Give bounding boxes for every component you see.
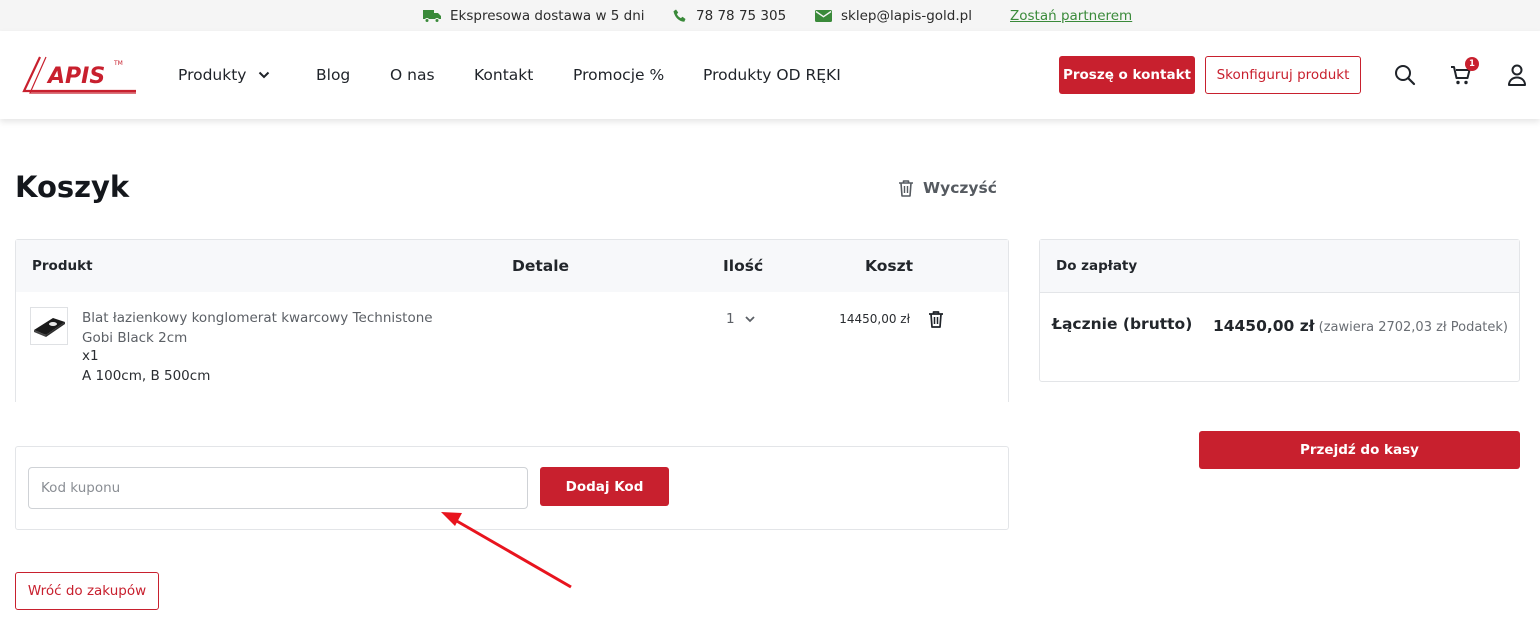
email-info[interactable]: sklep@lapis-gold.pl <box>815 0 972 31</box>
item-price: 14450,00 zł <box>839 312 910 326</box>
phone-info[interactable]: 78 78 75 305 <box>673 0 786 31</box>
nav-promocje[interactable]: Promocje % <box>573 31 664 119</box>
coupon-section: Dodaj Kod <box>15 446 1009 530</box>
mail-icon <box>815 9 832 22</box>
remove-item-button[interactable] <box>926 308 946 330</box>
phone-text[interactable]: 78 78 75 305 <box>696 8 786 24</box>
cart-count-badge: 1 <box>1465 57 1479 71</box>
order-summary: Do zapłaty Łącznie (brutto) 14450,00 zł … <box>1039 239 1520 382</box>
column-product: Produkt <box>32 258 93 274</box>
trash-icon <box>899 180 913 197</box>
nav-produkty-label: Produkty <box>178 66 247 84</box>
nav-produkty-od-reki[interactable]: Produkty OD RĘKI <box>703 31 841 119</box>
product-thumbnail[interactable] <box>30 307 68 345</box>
product-multiplier: x1 <box>82 348 99 364</box>
cart-table-header: Produkt Detale Ilość Koszt <box>16 240 1008 292</box>
product-name-link[interactable]: Blat łazienkowy konglomerat kwarcowy Tec… <box>82 308 442 348</box>
summary-tax-note: (zawiera 2702,03 zł Podatek) <box>1318 320 1508 335</box>
go-to-checkout-button[interactable]: Przejdź do kasy <box>1199 431 1520 469</box>
logo-wordmark: APIS <box>46 64 105 89</box>
delivery-text: Ekspresowa dostawa w 5 dni <box>450 7 645 24</box>
nav-produkty[interactable]: Produkty <box>178 31 270 119</box>
coupon-code-input[interactable] <box>28 467 528 509</box>
clear-cart-button[interactable]: Wyczyść <box>898 177 997 199</box>
summary-total-amount: 14450,00 zł <box>1212 317 1315 335</box>
trash-icon <box>929 311 943 328</box>
phone-icon <box>673 9 686 22</box>
top-info-bar: Ekspresowa dostawa w 5 dni 78 78 75 305 … <box>0 0 1540 31</box>
nav-kontakt[interactable]: Kontakt <box>474 31 533 119</box>
column-cost: Koszt <box>865 257 914 275</box>
column-quantity: Ilość <box>723 257 764 275</box>
apply-coupon-button[interactable]: Dodaj Kod <box>540 467 669 506</box>
nav-blog[interactable]: Blog <box>316 31 350 119</box>
become-partner-link[interactable]: Zostań partnerem <box>1010 0 1132 31</box>
request-contact-button[interactable]: Proszę o kontakt <box>1059 56 1195 94</box>
quantity-value: 1 <box>726 311 735 327</box>
cart-table: Produkt Detale Ilość Koszt Blat łazienko… <box>15 239 1009 402</box>
summary-total-label: Łącznie (brutto) <box>1052 315 1193 333</box>
lapis-logo[interactable]: APIS TM <box>22 55 140 97</box>
column-details: Detale <box>512 257 570 275</box>
summary-title: Do zapłaty <box>1040 240 1519 293</box>
delivery-info: Ekspresowa dostawa w 5 dni <box>423 0 645 31</box>
email-text[interactable]: sklep@lapis-gold.pl <box>841 8 972 24</box>
search-icon[interactable] <box>1393 63 1417 87</box>
back-to-shopping-button[interactable]: Wróć do zakupów <box>15 572 159 610</box>
page-title: Koszyk <box>15 170 130 204</box>
clear-cart-label: Wyczyść <box>923 179 997 197</box>
main-header: APIS TM Produkty Blog O nas Kontakt Prom… <box>0 31 1540 119</box>
chevron-down-icon <box>259 71 270 79</box>
logo-trademark: TM <box>113 60 123 67</box>
chevron-down-icon <box>744 315 755 322</box>
nav-o-nas[interactable]: O nas <box>390 31 435 119</box>
truck-icon <box>423 9 441 23</box>
summary-total-value: 14450,00 zł (zawiera 2702,03 zł Podatek) <box>1200 313 1508 341</box>
configure-product-button[interactable]: Skonfiguruj produkt <box>1205 56 1361 94</box>
user-icon[interactable] <box>1505 63 1529 87</box>
quantity-select[interactable]: 1 <box>726 309 755 329</box>
product-dimensions: A 100cm, B 500cm <box>82 368 211 384</box>
